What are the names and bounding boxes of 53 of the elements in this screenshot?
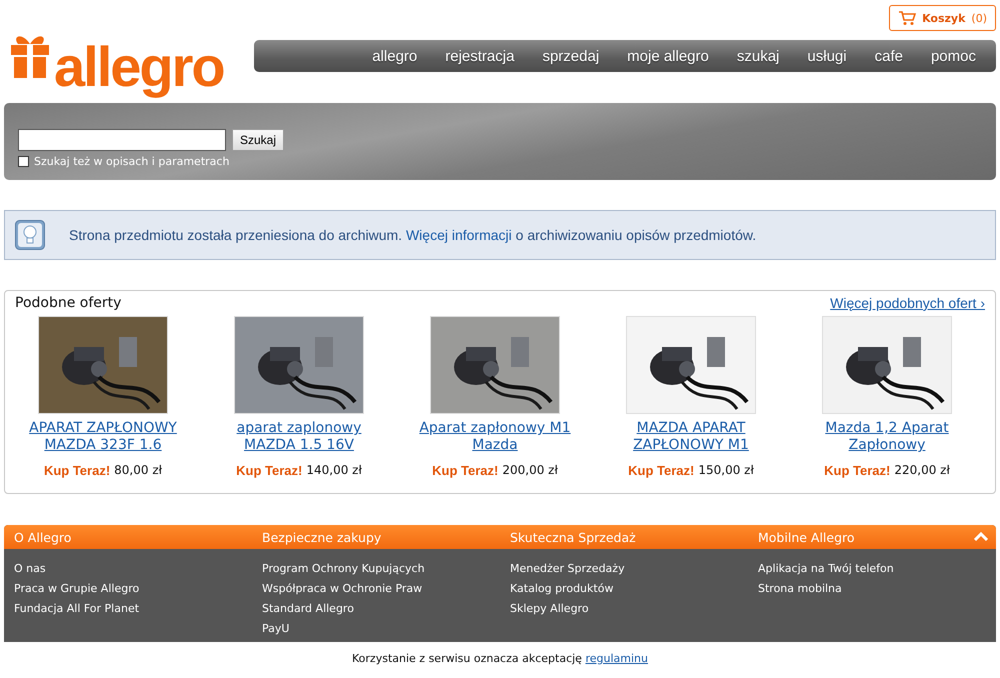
- search-button[interactable]: Szukaj: [232, 129, 284, 151]
- footer-link[interactable]: Współpraca w Ochronie Praw: [262, 582, 422, 595]
- footer-link[interactable]: Fundacja All For Planet: [14, 602, 140, 615]
- buy-now-label: Kup Teraz!: [44, 463, 110, 478]
- cart-icon: [898, 10, 916, 26]
- buy-now-label: Kup Teraz!: [432, 463, 498, 478]
- buy-now-label: Kup Teraz!: [824, 463, 890, 478]
- nav-link[interactable]: szukaj: [736, 48, 780, 64]
- checkbox[interactable]: [18, 156, 29, 167]
- footer-heading: Bezpieczne zakupy: [262, 530, 382, 544]
- terms-text: Korzystanie z serwisu oznacza akceptację regulaminu: [351, 652, 649, 665]
- nav-link[interactable]: moje allegro: [627, 48, 709, 64]
- footer-link[interactable]: Sklepy Allegro: [510, 602, 589, 615]
- price: 140,00 zł: [306, 463, 362, 478]
- checkbox-label: Szukaj też w opisach i parametrach: [34, 155, 230, 168]
- footer-heading: Skuteczna Sprzedaż: [510, 530, 636, 544]
- footer-link[interactable]: Aplikacja na Twój telefon: [758, 562, 894, 575]
- nav-link[interactable]: sprzedaj: [542, 48, 600, 64]
- notice-text: Strona przedmiotu została przeniesiona do archiwum. Więcej informacji o archiwizowaniu opisów przedmiotów.: [69, 227, 756, 243]
- offer-title-link[interactable]: Aparat zapłonowy M1 Mazda: [405, 420, 585, 454]
- more-info-link[interactable]: Więcej informacji: [406, 227, 512, 243]
- footer-link[interactable]: Standard Allegro: [262, 602, 354, 615]
- search-field[interactable]: [18, 129, 226, 151]
- chevron-up-icon[interactable]: [974, 532, 988, 542]
- offer-title-link[interactable]: MAZDA APARAT ZAPŁONOWY M1: [601, 420, 781, 454]
- buy-now-label: Kup Teraz!: [628, 463, 694, 478]
- price: 200,00 zł: [502, 463, 558, 478]
- offer-title-link[interactable]: Mazda 1,2 Aparat Zapłonowy: [797, 420, 977, 454]
- nav-link[interactable]: cafe: [874, 48, 903, 64]
- footer-link[interactable]: Praca w Grupie Allegro: [14, 582, 140, 595]
- offer-title-link[interactable]: APARAT ZAPŁONOWY MAZDA 323F 1.6: [13, 420, 193, 454]
- footer-link[interactable]: Program Ochrony Kupujących: [262, 562, 425, 575]
- lightbulb-icon: [15, 220, 45, 250]
- footer-link[interactable]: Strona mobilna: [758, 582, 842, 595]
- more-offers-link[interactable]: Więcej podobnych ofert ›: [830, 295, 985, 311]
- nav-link[interactable]: rejestracja: [445, 48, 514, 64]
- cart-button[interactable]: Koszyk (0): [889, 5, 996, 31]
- offer-title-link[interactable]: aparat zaplonowy MAZDA 1.5 16V: [209, 420, 389, 454]
- price: 80,00 zł: [114, 463, 162, 478]
- nav-link[interactable]: usługi: [807, 48, 847, 64]
- price: 150,00 zł: [698, 463, 754, 478]
- footer-heading: O Allegro: [14, 530, 72, 544]
- footer-link[interactable]: Menedżer Sprzedaży: [510, 562, 625, 575]
- footer-link[interactable]: O nas: [14, 562, 46, 575]
- buy-now-label: Kup Teraz!: [236, 463, 302, 478]
- terms-link[interactable]: regulaminu: [585, 652, 648, 665]
- price: 220,00 zł: [894, 463, 950, 478]
- nav-link[interactable]: pomoc: [930, 48, 976, 64]
- footer-link[interactable]: PayU: [262, 622, 290, 635]
- footer-heading: Mobilne Allegro: [758, 530, 855, 544]
- nav-link[interactable]: allegro: [372, 48, 418, 64]
- section-title: Podobne oferty: [15, 295, 122, 311]
- footer-link[interactable]: Katalog produktów: [510, 582, 614, 595]
